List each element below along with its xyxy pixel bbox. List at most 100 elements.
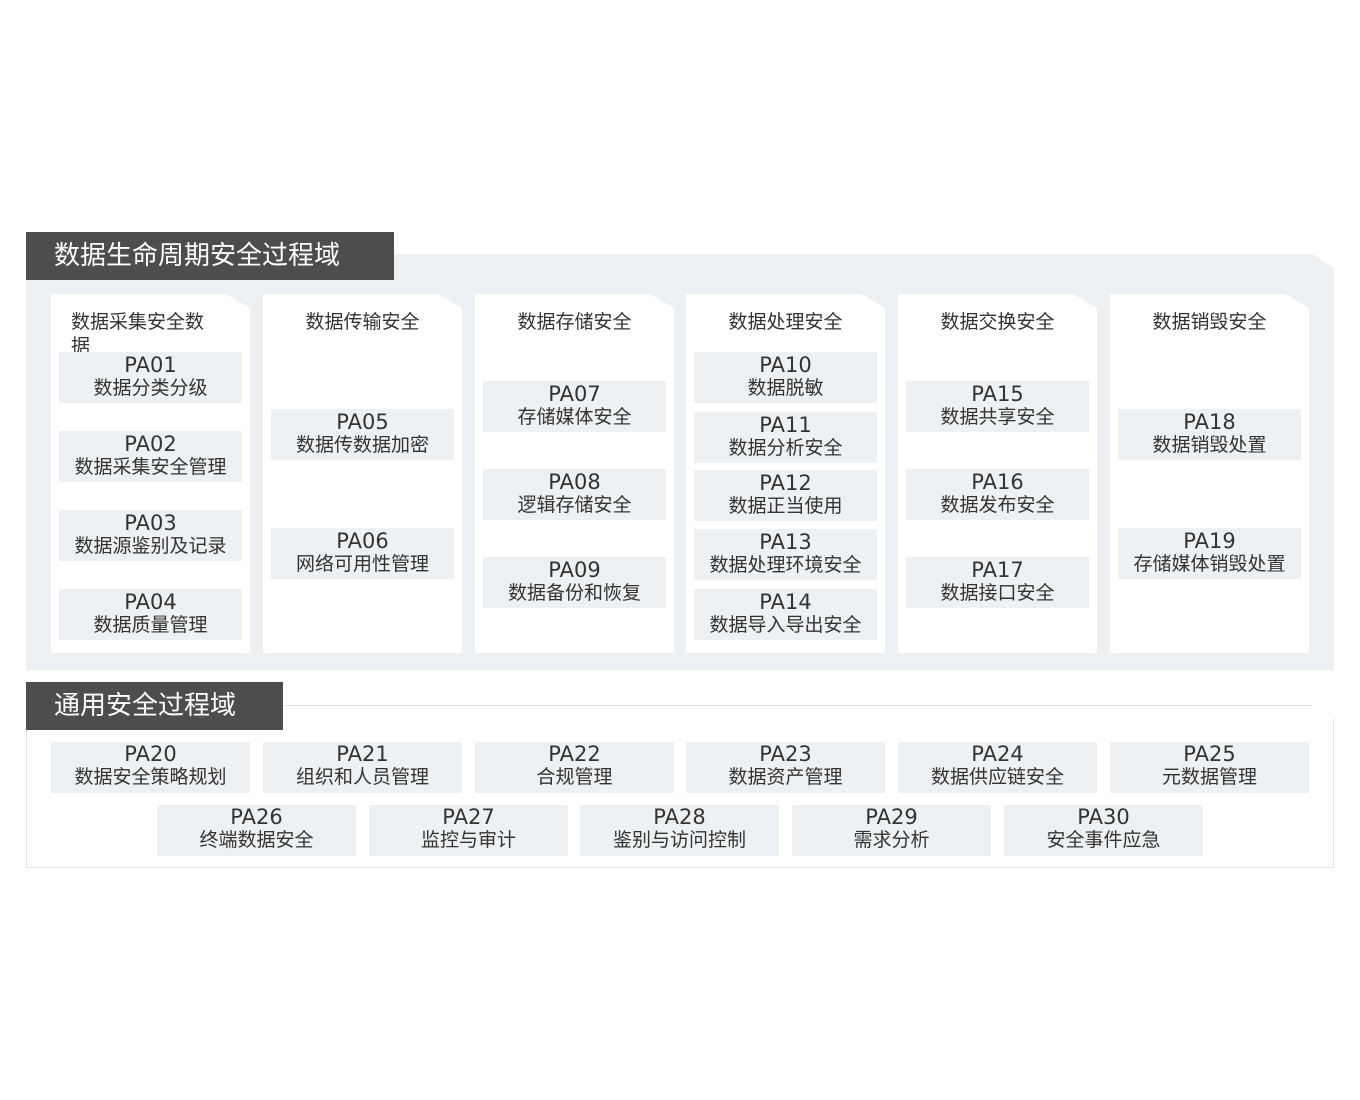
lifecycle-domain-title: 数据生命周期安全过程域: [26, 232, 394, 280]
process-area-code: PA28: [653, 805, 706, 829]
process-area-box: PA12 数据正当使用: [694, 470, 877, 521]
process-area-name: 数据传数据加密: [295, 434, 429, 456]
process-area-name: 数据分类分级: [93, 377, 208, 399]
column-transmission: 数据传输安全 PA05 数据传数据加密 PA06 网络可用性管理: [263, 294, 462, 653]
process-area-box: PA14 数据导入导出安全: [694, 589, 877, 640]
process-area-code: PA03: [124, 511, 177, 535]
process-area-code: PA26: [230, 805, 283, 829]
process-area-code: PA01: [124, 353, 177, 377]
process-area-box: PA15 数据共享安全: [906, 381, 1089, 432]
process-area-code: PA22: [548, 742, 601, 766]
process-area-code: PA05: [336, 410, 389, 434]
process-area-box: PA30 安全事件应急: [1004, 805, 1203, 856]
process-area-code: PA30: [1077, 805, 1130, 829]
process-area-box: PA01 数据分类分级: [59, 352, 242, 403]
process-area-name: 需求分析: [853, 829, 930, 851]
process-area-box: PA26 终端数据安全: [157, 805, 356, 856]
process-area-code: PA10: [759, 353, 812, 377]
process-area-name: 数据脱敏: [747, 377, 824, 399]
process-area-name: 数据资产管理: [728, 766, 843, 788]
process-area-code: PA07: [548, 382, 601, 406]
process-area-box: PA08 逻辑存储安全: [483, 469, 666, 520]
process-area-box: PA19 存储媒体销毁处置: [1118, 528, 1301, 579]
process-area-name: 终端数据安全: [199, 829, 314, 851]
column-collection: 数据采集安全数据 PA01 数据分类分级 PA02 数据采集安全管理 PA03 …: [51, 294, 250, 653]
general-domain-title: 通用安全过程域: [26, 682, 283, 730]
process-area-name: 存储媒体安全: [517, 406, 632, 428]
process-area-name: 元数据管理: [1161, 766, 1257, 788]
process-area-box: PA20 数据安全策略规划: [51, 742, 250, 793]
process-area-name: 数据正当使用: [728, 495, 843, 517]
process-area-code: PA24: [971, 742, 1024, 766]
process-area-name: 数据发布安全: [940, 494, 1055, 516]
process-area-name: 监控与审计: [420, 829, 516, 851]
column-processing: 数据处理安全 PA10 数据脱敏 PA11 数据分析安全 PA12 数据正当使用…: [686, 294, 885, 653]
process-area-code: PA04: [124, 590, 177, 614]
process-area-box: PA21 组织和人员管理: [263, 742, 462, 793]
process-area-name: 安全事件应急: [1046, 829, 1161, 851]
process-area-box: PA29 需求分析: [792, 805, 991, 856]
process-area-name: 组织和人员管理: [295, 766, 429, 788]
process-area-box: PA13 数据处理环境安全: [694, 529, 877, 580]
process-area-box: PA28 鉴别与访问控制: [580, 805, 779, 856]
process-area-code: PA25: [1183, 742, 1236, 766]
process-area-name: 鉴别与访问控制: [612, 829, 746, 851]
process-area-box: PA27 监控与审计: [369, 805, 568, 856]
process-area-code: PA12: [759, 471, 812, 495]
column-exchange: 数据交换安全 PA15 数据共享安全 PA16 数据发布安全 PA17 数据接口…: [898, 294, 1097, 653]
process-area-box: PA17 数据接口安全: [906, 557, 1089, 608]
process-area-name: 数据供应链安全: [930, 766, 1064, 788]
process-area-box: PA10 数据脱敏: [694, 352, 877, 403]
column-head: 数据处理安全: [728, 311, 843, 333]
process-area-code: PA16: [971, 470, 1024, 494]
process-area-box: PA09 数据备份和恢复: [483, 557, 666, 608]
process-area-name: 数据质量管理: [93, 614, 208, 636]
process-area-name: 数据共享安全: [940, 406, 1055, 428]
process-area-code: PA11: [759, 413, 812, 437]
process-area-code: PA14: [759, 590, 812, 614]
process-area-box: PA23 数据资产管理: [686, 742, 885, 793]
process-area-code: PA23: [759, 742, 812, 766]
process-area-box: PA03 数据源鉴别及记录: [59, 510, 242, 561]
process-area-box: PA05 数据传数据加密: [271, 409, 454, 460]
process-area-box: PA11 数据分析安全: [694, 412, 877, 463]
process-area-code: PA29: [865, 805, 918, 829]
process-area-code: PA27: [442, 805, 495, 829]
column-destruction: 数据销毁安全 PA18 数据销毁处置 PA19 存储媒体销毁处置: [1110, 294, 1309, 653]
process-area-box: PA06 网络可用性管理: [271, 528, 454, 579]
process-area-name: 网络可用性管理: [295, 553, 429, 575]
process-area-code: PA19: [1183, 529, 1236, 553]
process-area-box: PA18 数据销毁处置: [1118, 409, 1301, 460]
process-area-box: PA07 存储媒体安全: [483, 381, 666, 432]
process-area-code: PA18: [1183, 410, 1236, 434]
process-area-code: PA21: [336, 742, 389, 766]
process-area-box: PA24 数据供应链安全: [898, 742, 1097, 793]
process-area-box: PA16 数据发布安全: [906, 469, 1089, 520]
column-head: 数据交换安全: [940, 311, 1055, 333]
process-area-box: PA22 合规管理: [475, 742, 674, 793]
process-area-code: PA06: [336, 529, 389, 553]
process-area-code: PA09: [548, 558, 601, 582]
process-area-code: PA02: [124, 432, 177, 456]
column-head: 数据存储安全: [517, 311, 632, 333]
process-area-name: 数据采集安全管理: [74, 456, 227, 478]
process-area-name: 存储媒体销毁处置: [1133, 553, 1286, 575]
column-head: 数据传输安全: [305, 311, 420, 333]
process-area-name: 数据销毁处置: [1152, 434, 1267, 456]
process-area-code: PA17: [971, 558, 1024, 582]
process-area-name: 逻辑存储安全: [517, 494, 632, 516]
process-area-box: PA25 元数据管理: [1110, 742, 1309, 793]
process-area-code: PA15: [971, 382, 1024, 406]
process-area-code: PA13: [759, 530, 812, 554]
process-area-name: 数据处理环境安全: [709, 554, 862, 576]
process-area-code: PA20: [124, 742, 177, 766]
process-area-code: PA08: [548, 470, 601, 494]
process-area-box: PA04 数据质量管理: [59, 589, 242, 640]
process-area-name: 数据接口安全: [940, 582, 1055, 604]
process-area-name: 数据安全策略规划: [74, 766, 227, 788]
process-area-name: 合规管理: [536, 766, 613, 788]
column-head: 数据采集安全数据: [71, 311, 205, 357]
column-head: 数据销毁安全: [1152, 311, 1267, 333]
process-area-name: 数据导入导出安全: [709, 614, 862, 636]
process-area-box: PA02 数据采集安全管理: [59, 431, 242, 482]
